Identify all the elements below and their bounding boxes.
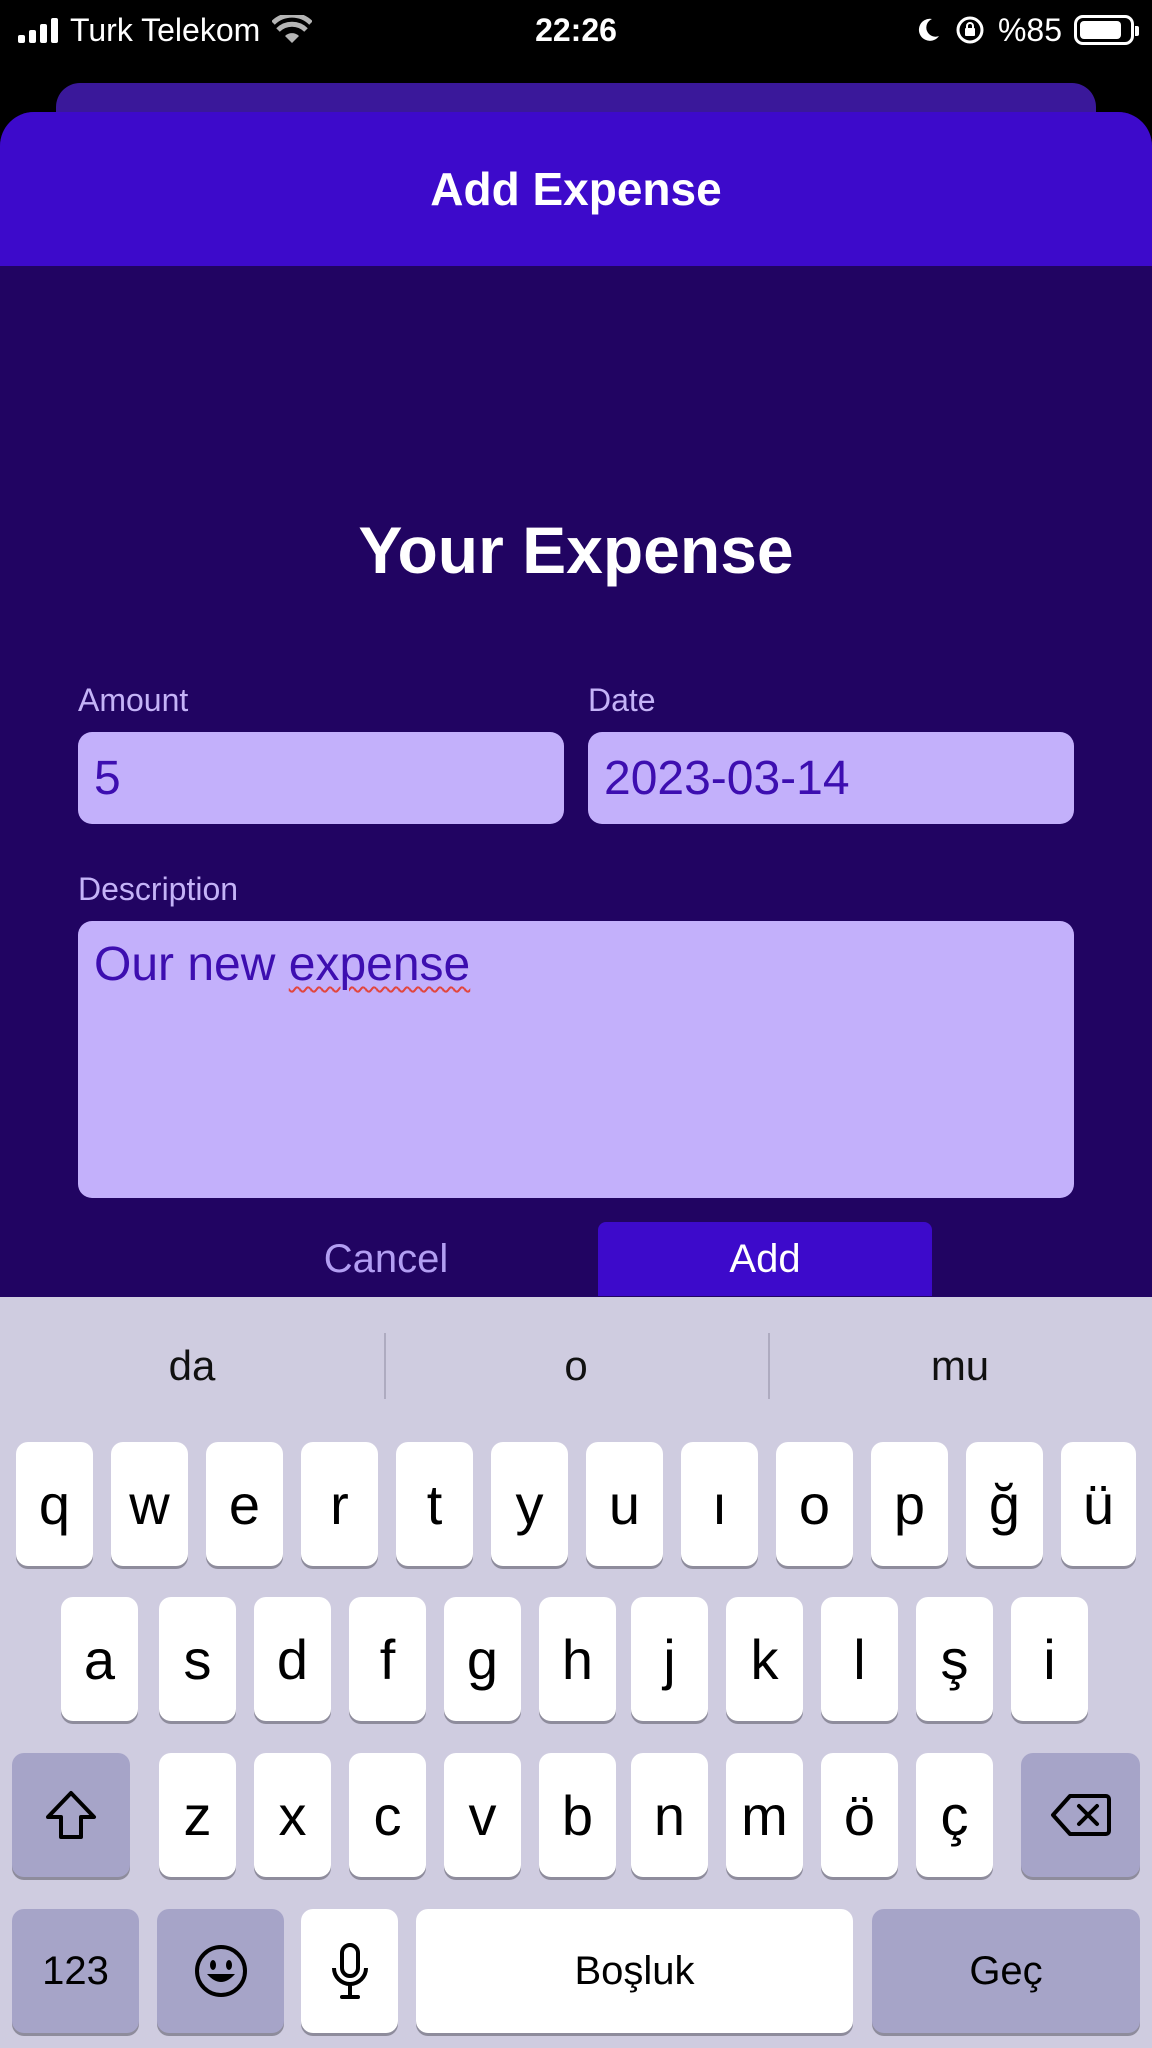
suggestion-item[interactable]: da [0,1297,384,1435]
suggestion-item[interactable]: o [384,1297,768,1435]
emoji-icon [194,1945,247,1997]
emoji-key[interactable] [157,1909,284,2033]
key-g-breve[interactable]: ğ [966,1442,1043,1566]
microphone-icon [331,1943,368,1999]
key-dotless-i[interactable]: ı [681,1442,758,1566]
key-z[interactable]: z [159,1753,236,1877]
status-right: %85 [914,8,1139,52]
amount-label: Amount [78,682,189,718]
orientation-lock-icon [956,16,984,44]
key-i[interactable]: i [1011,1597,1088,1721]
backspace-icon [1050,1794,1111,1836]
battery-percent: %85 [997,11,1062,48]
amount-value: 5 [94,751,121,805]
key-l[interactable]: l [821,1597,898,1721]
amount-input[interactable]: 5 [78,732,564,824]
status-bar: Turk Telekom 22:26 %85 [0,0,1152,60]
keyboard: da o mu q w e r t y u ı o p ğ ü a s d f … [0,1297,1152,2048]
shift-key[interactable] [12,1753,130,1877]
suggestion-bar: da o mu [0,1297,1152,1435]
key-k[interactable]: k [726,1597,803,1721]
key-e[interactable]: e [206,1442,283,1566]
key-y[interactable]: y [491,1442,568,1566]
cancel-button[interactable]: Cancel [270,1222,502,1296]
sheet-header: Add Expense [0,112,1152,266]
key-d[interactable]: d [254,1597,331,1721]
shift-icon [46,1791,96,1839]
key-o[interactable]: o [776,1442,853,1566]
dictation-key[interactable] [301,1909,398,2033]
form-title: Your Expense [358,513,794,587]
description-text: Our new [94,938,289,991]
key-u-umlaut[interactable]: ü [1061,1442,1136,1566]
description-label: Description [78,871,239,907]
key-f[interactable]: f [349,1597,426,1721]
key-w[interactable]: w [111,1442,188,1566]
key-j[interactable]: j [631,1597,708,1721]
date-input[interactable]: 2023-03-14 [588,732,1074,824]
description-value: Our new expense [94,937,470,992]
key-q[interactable]: q [16,1442,93,1566]
key-c[interactable]: c [349,1753,426,1877]
header-title: Add Expense [430,163,722,215]
key-n[interactable]: n [631,1753,708,1877]
add-button[interactable]: Add [598,1222,932,1296]
space-key[interactable]: Boşluk [416,1909,853,2033]
numbers-key[interactable]: 123 [12,1909,139,2033]
key-v[interactable]: v [444,1753,521,1877]
key-o-umlaut[interactable]: ö [821,1753,898,1877]
moon-icon [918,18,939,41]
key-x[interactable]: x [254,1753,331,1877]
suggestion-item[interactable]: mu [768,1297,1152,1435]
key-a[interactable]: a [61,1597,138,1721]
key-b[interactable]: b [539,1753,616,1877]
key-s-cedilla[interactable]: ş [916,1597,993,1721]
key-r[interactable]: r [301,1442,378,1566]
key-c-cedilla[interactable]: ç [916,1753,993,1877]
return-key[interactable]: Geç [872,1909,1140,2033]
date-label: Date [588,682,656,718]
key-p[interactable]: p [871,1442,948,1566]
date-value: 2023-03-14 [604,751,850,805]
key-s[interactable]: s [159,1597,236,1721]
description-input[interactable]: Our new expense [78,921,1074,1198]
key-u[interactable]: u [586,1442,663,1566]
backspace-key[interactable] [1021,1753,1140,1877]
key-t[interactable]: t [396,1442,473,1566]
misspelled-word[interactable]: expense [289,938,470,991]
key-g[interactable]: g [444,1597,521,1721]
battery-icon [1074,15,1139,45]
key-h[interactable]: h [539,1597,616,1721]
key-m[interactable]: m [726,1753,803,1877]
